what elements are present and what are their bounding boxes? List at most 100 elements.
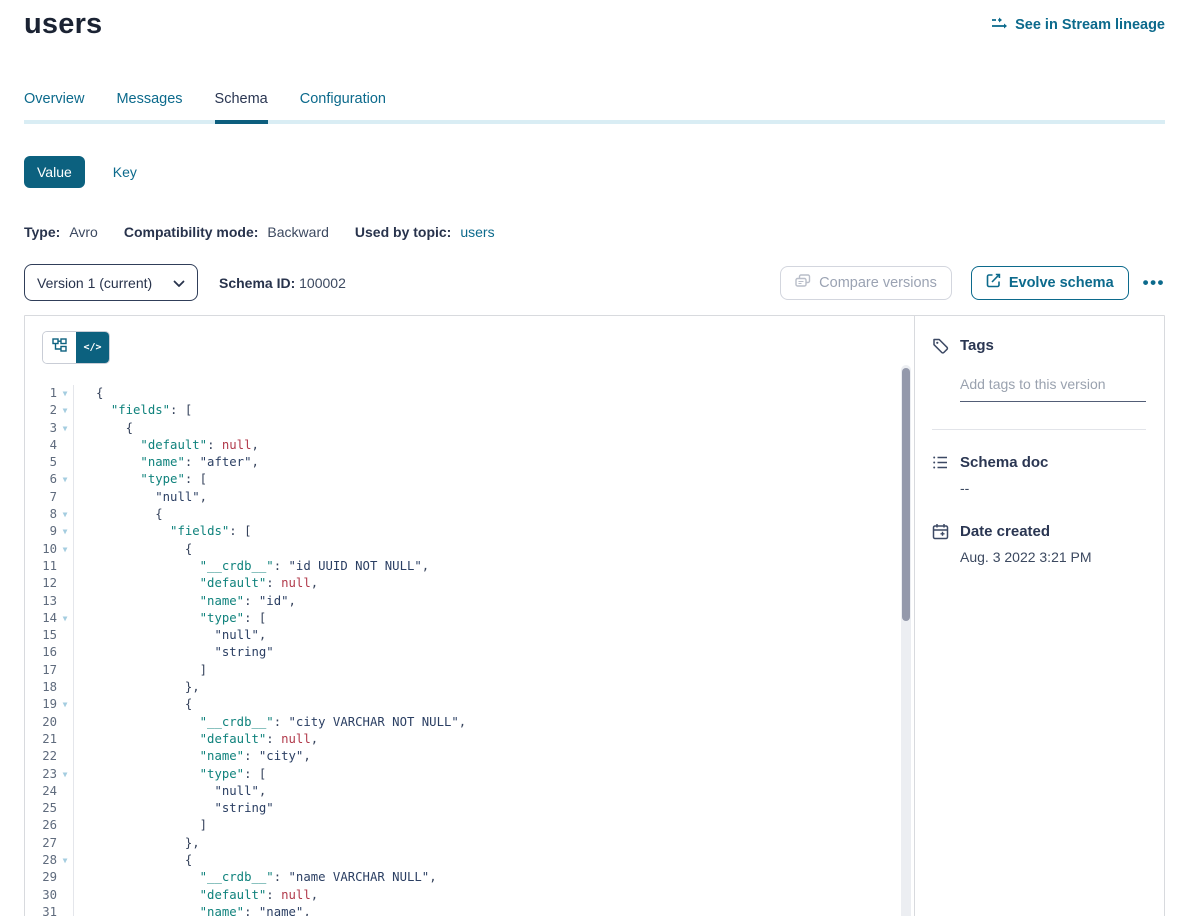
code-text: "fields": [ — [74, 523, 252, 540]
code-text: "null", — [74, 783, 266, 800]
code-line: 5 "name": "after", — [25, 454, 914, 471]
line-number: 3 — [25, 420, 57, 437]
schema-code-editor[interactable]: 1▼{2▼ "fields": [3▼ {4 "default": null,5… — [25, 364, 914, 916]
code-line: 21 "default": null, — [25, 731, 914, 748]
line-number: 2 — [25, 402, 57, 419]
code-line: 2▼ "fields": [ — [25, 402, 914, 419]
fold-toggle-icon[interactable]: ▼ — [57, 541, 74, 558]
schema-doc-section: Schema doc -- — [932, 454, 1146, 496]
value-toggle-button[interactable]: Value — [24, 156, 85, 188]
list-icon — [932, 454, 949, 471]
fold-toggle-icon[interactable]: ▼ — [57, 696, 74, 713]
tab-configuration[interactable]: Configuration — [300, 91, 386, 120]
schema-doc-value: -- — [960, 480, 1146, 496]
code-text: "__crdb__": "name VARCHAR NULL", — [74, 869, 437, 886]
line-number: 16 — [25, 644, 57, 661]
fold-toggle-icon[interactable]: ▼ — [57, 402, 74, 419]
tab-schema[interactable]: Schema — [215, 91, 268, 120]
fold-toggle-icon[interactable]: ▼ — [57, 420, 74, 437]
code-line: 22 "name": "city", — [25, 748, 914, 765]
compare-versions-icon — [795, 274, 811, 292]
code-text: "default": null, — [74, 887, 318, 904]
fold-spacer — [57, 558, 74, 575]
calendar-icon — [932, 523, 949, 540]
code-view-button[interactable]: </> — [76, 332, 109, 363]
fold-spacer — [57, 800, 74, 817]
code-text: { — [74, 541, 192, 558]
tab-messages[interactable]: Messages — [116, 91, 182, 120]
fold-toggle-icon[interactable]: ▼ — [57, 766, 74, 783]
key-toggle-link[interactable]: Key — [113, 164, 137, 180]
schema-id-label: Schema ID: — [219, 275, 295, 291]
code-line: 28▼ { — [25, 852, 914, 869]
version-bar: Version 1 (current) Schema ID: 100002 Co… — [24, 264, 1165, 301]
chevron-down-icon — [173, 275, 185, 291]
code-line: 8▼ { — [25, 506, 914, 523]
code-line: 24 "null", — [25, 783, 914, 800]
code-line: 29 "__crdb__": "name VARCHAR NULL", — [25, 869, 914, 886]
compare-versions-button[interactable]: Compare versions — [780, 266, 952, 300]
code-text: "fields": [ — [74, 402, 192, 419]
fold-spacer — [57, 783, 74, 800]
page-header: users See in Stream lineage — [24, 0, 1165, 41]
fold-spacer — [57, 904, 74, 916]
fold-toggle-icon[interactable]: ▼ — [57, 610, 74, 627]
code-line: 30 "default": null, — [25, 887, 914, 904]
line-number: 14 — [25, 610, 57, 627]
fold-spacer — [57, 593, 74, 610]
fold-toggle-icon[interactable]: ▼ — [57, 385, 74, 402]
schema-info-panel: Tags Schema doc -- — [915, 316, 1164, 916]
code-line: 31 "name": "name", — [25, 904, 914, 916]
editor-scrollbar-thumb[interactable] — [902, 368, 910, 621]
view-mode-toggle: </> — [42, 331, 110, 364]
fold-toggle-icon[interactable]: ▼ — [57, 471, 74, 488]
line-number: 31 — [25, 904, 57, 916]
code-line: 3▼ { — [25, 420, 914, 437]
compat-label: Compatibility mode: — [124, 224, 259, 240]
code-text: { — [74, 506, 163, 523]
tab-bar: Overview Messages Schema Configuration — [24, 91, 1165, 124]
line-number: 8 — [25, 506, 57, 523]
tree-view-icon — [52, 338, 67, 357]
stream-lineage-icon — [991, 16, 1008, 34]
code-line: 10▼ { — [25, 541, 914, 558]
line-number: 5 — [25, 454, 57, 471]
code-text: "null", — [74, 489, 207, 506]
type-value: Avro — [69, 224, 98, 240]
code-line: 18 }, — [25, 679, 914, 696]
topic-link[interactable]: users — [460, 224, 494, 240]
code-text: "string" — [74, 800, 274, 817]
code-line: 20 "__crdb__": "city VARCHAR NOT NULL", — [25, 714, 914, 731]
evolve-schema-button[interactable]: Evolve schema — [971, 266, 1129, 300]
line-number: 10 — [25, 541, 57, 558]
code-text: "name": "name", — [74, 904, 311, 916]
editor-scrollbar-track[interactable] — [901, 365, 911, 916]
fold-toggle-icon[interactable]: ▼ — [57, 506, 74, 523]
line-number: 1 — [25, 385, 57, 402]
date-created-section: Date created Aug. 3 2022 3:21 PM — [932, 523, 1146, 565]
tree-view-button[interactable] — [43, 332, 76, 363]
fold-toggle-icon[interactable]: ▼ — [57, 852, 74, 869]
see-in-stream-lineage-link[interactable]: See in Stream lineage — [991, 16, 1165, 34]
add-tags-input[interactable] — [960, 376, 1146, 402]
version-select[interactable]: Version 1 (current) — [24, 264, 198, 301]
tab-overview[interactable]: Overview — [24, 91, 84, 120]
value-key-toggle: Value Key — [24, 156, 1165, 188]
line-number: 11 — [25, 558, 57, 575]
compat-value: Backward — [267, 224, 328, 240]
line-number: 25 — [25, 800, 57, 817]
more-actions-button[interactable]: ••• — [1143, 273, 1165, 293]
fold-toggle-icon[interactable]: ▼ — [57, 523, 74, 540]
schema-id: Schema ID: 100002 — [219, 275, 346, 291]
fold-spacer — [57, 835, 74, 852]
fold-spacer — [57, 731, 74, 748]
code-text: { — [74, 852, 192, 869]
line-number: 20 — [25, 714, 57, 731]
schema-editor-panel: </> 1▼{2▼ "fields": [3▼ {4 "default": nu… — [25, 316, 915, 916]
edit-icon — [986, 273, 1001, 292]
line-number: 17 — [25, 662, 57, 679]
topic-label: Used by topic: — [355, 224, 451, 240]
code-text: }, — [74, 835, 200, 852]
code-line: 25 "string" — [25, 800, 914, 817]
tags-section: Tags — [932, 337, 1146, 402]
